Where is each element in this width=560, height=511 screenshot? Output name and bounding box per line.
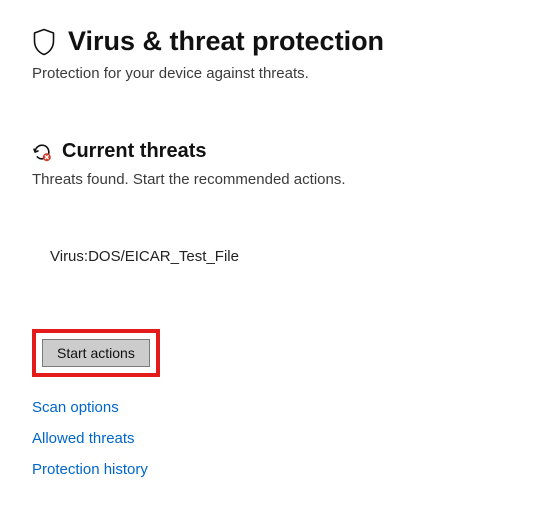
current-threats-title: Current threats <box>62 140 206 163</box>
threat-item: Virus:DOS/EICAR_Test_File <box>50 248 528 265</box>
current-threats-subtitle: Threats found. Start the recommended act… <box>32 171 528 188</box>
current-threats-header: Current threats <box>32 140 528 163</box>
page-header: Virus & threat protection <box>32 26 528 57</box>
highlight-box: Start actions <box>32 329 160 377</box>
page-subtitle: Protection for your device against threa… <box>32 65 528 82</box>
allowed-threats-link[interactable]: Allowed threats <box>32 430 528 447</box>
page-title: Virus & threat protection <box>68 26 384 57</box>
current-threats-section: Current threats Threats found. Start the… <box>32 140 528 478</box>
protection-history-link[interactable]: Protection history <box>32 461 528 478</box>
threat-history-icon <box>32 142 52 162</box>
links-group: Scan options Allowed threats Protection … <box>32 399 528 478</box>
scan-options-link[interactable]: Scan options <box>32 399 528 416</box>
shield-icon <box>32 28 56 56</box>
start-actions-button[interactable]: Start actions <box>42 339 150 367</box>
start-actions-row: Start actions <box>32 329 528 377</box>
